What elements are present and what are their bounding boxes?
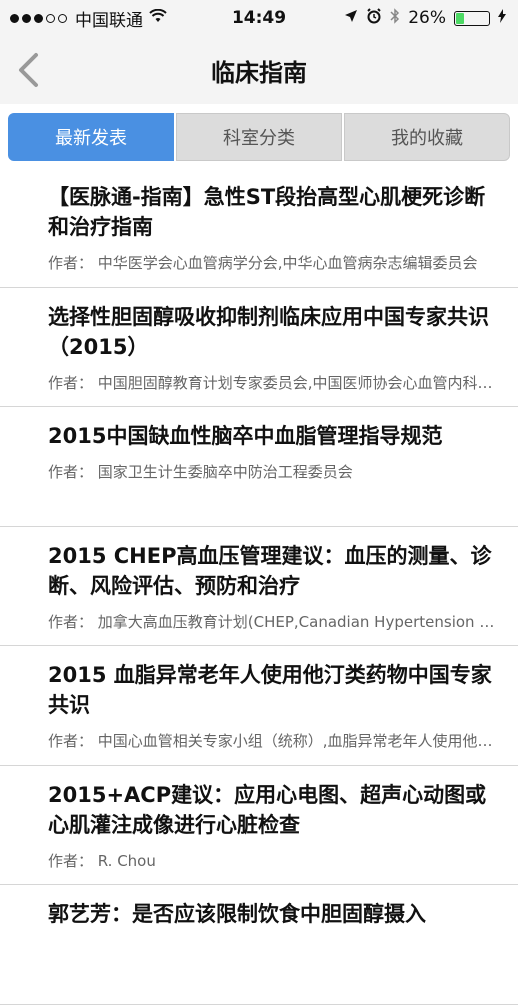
tab-latest[interactable]: 最新发表 [8, 113, 174, 161]
chevron-left-icon [19, 53, 38, 87]
item-title: 【医脉通-指南】急性ST段抬高型心肌梗死诊断和治疗指南 [48, 185, 486, 239]
nav-bar: 临床指南 [0, 36, 518, 104]
item-author: 作者： 国家卫生计生委脑卒中防治工程委员会 [48, 463, 353, 481]
signal-dot [34, 13, 43, 23]
battery-level [456, 12, 465, 24]
item-title: 2015+ACP建议：应用心电图、超声心动图或心肌灌注成像进行心脏检查 [48, 782, 487, 837]
list-item[interactable]: 2015 CHEP高血压管理建议：血压的测量、诊断、风险评估、预防和治疗 作者：… [0, 527, 518, 646]
back-button[interactable] [10, 46, 46, 94]
tab-bar: 最新发表 科室分类 我的收藏 [8, 113, 510, 161]
list-item[interactable]: 2015+ACP建议：应用心电图、超声心动图或心肌灌注成像进行心脏检查 作者： … [0, 766, 518, 885]
carrier-name: 中国联通 [75, 10, 143, 31]
list-item[interactable]: 【医脉通-指南】急性ST段抬高型心肌梗死诊断和治疗指南 作者： 中华医学会心血管… [0, 168, 518, 288]
item-author: 作者： 中华医学会心血管病学分会,中华心血管病杂志编辑委员会 [48, 254, 478, 272]
tab-department[interactable]: 科室分类 [176, 113, 342, 161]
battery-icon [454, 10, 490, 26]
item-title: 2015 血脂异常老年人使用他汀类药物中国专家共识 [48, 663, 492, 717]
clock-time: 14:49 [231, 8, 287, 28]
signal-dot [10, 13, 19, 23]
signal-dot [46, 13, 55, 23]
item-title: 郭艺芳：是否应该限制饮食中胆固醇摄入 [48, 902, 426, 926]
item-title: 选择性胆固醇吸收抑制剂临床应用中国专家共识（2015） [48, 304, 489, 359]
wifi-icon [149, 8, 167, 27]
item-title: 2015 CHEP高血压管理建议：血压的测量、诊断、风险评估、预防和治疗 [48, 543, 492, 598]
item-author: 作者： 加拿大高血压教育计划(CHEP,Canadian Hypertensio… [48, 612, 500, 631]
location-icon [344, 8, 358, 28]
list-item[interactable]: 选择性胆固醇吸收抑制剂临床应用中国专家共识（2015） 作者： 中国胆固醇教育计… [0, 288, 518, 407]
alarm-icon [366, 7, 382, 29]
list-item[interactable]: 郭艺芳：是否应该限制饮食中胆固醇摄入 [0, 885, 518, 1005]
item-author: 作者： 中国胆固醇教育计划专家委员会,中国医师协会心血管内科医师分会 [48, 373, 500, 392]
charging-icon [498, 9, 506, 27]
tab-label: 我的收藏 [391, 128, 463, 149]
list-item[interactable]: 2015中国缺血性脑卒中血脂管理指导规范 作者： 国家卫生计生委脑卒中防治工程委… [0, 407, 518, 527]
tab-label: 最新发表 [55, 128, 127, 149]
status-bar: 中国联通 14:49 26% [0, 0, 518, 36]
tab-favorites[interactable]: 我的收藏 [344, 113, 510, 161]
signal-dot [22, 13, 31, 23]
guideline-list: 【医脉通-指南】急性ST段抬高型心肌梗死诊断和治疗指南 作者： 中华医学会心血管… [0, 168, 518, 1005]
battery-percent: 26% [408, 8, 446, 28]
item-title: 2015中国缺血性脑卒中血脂管理指导规范 [48, 424, 443, 448]
tab-label: 科室分类 [223, 128, 295, 149]
signal-dot [58, 13, 67, 23]
cell-signal-icon [10, 13, 67, 23]
list-item[interactable]: 2015 血脂异常老年人使用他汀类药物中国专家共识 作者： 中国心血管相关专家小… [0, 646, 518, 766]
bluetooth-icon [390, 7, 400, 29]
item-author: 作者： 中国心血管相关专家小组（统称）,血脂异常老年人使用他汀类药物中国专家共识… [48, 732, 500, 750]
page-title: 临床指南 [211, 58, 307, 87]
item-author: 作者： R. Chou [48, 851, 156, 870]
